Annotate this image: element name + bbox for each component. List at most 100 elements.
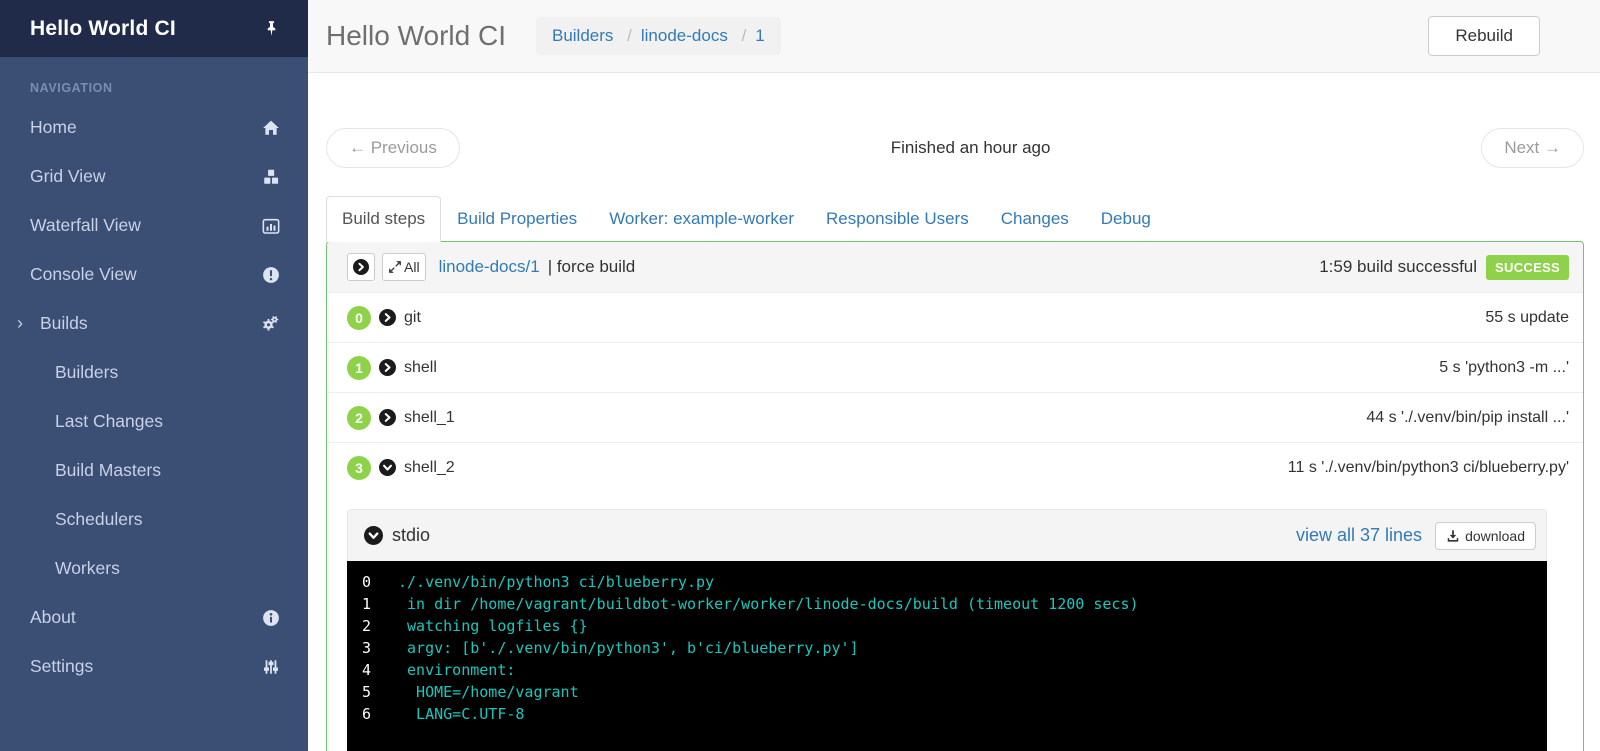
sidebar-item[interactable]: Build Masters <box>0 446 308 495</box>
log-line-number: 3 <box>362 639 372 657</box>
stdio-terminal[interactable]: 0 ./.venv/bin/python3 ci/blueberry.py 1 … <box>347 561 1547 751</box>
step-name: shell <box>404 358 437 376</box>
breadcrumb-link[interactable]: linode-docs <box>641 26 728 45</box>
sidebar-item[interactable]: Last Changes <box>0 397 308 446</box>
stdio-actions: view all 37 lines download <box>1296 521 1536 550</box>
sidebar-item-label: Builders <box>55 362 119 382</box>
build-step-row[interactable]: 2 shell_1 44 s './.venv/bin/pip install … <box>327 392 1583 442</box>
sidebar-header: Hello World CI <box>0 0 308 57</box>
log-line-number: 5 <box>362 683 372 701</box>
main-area: Hello World CI Builders / linode-docs / … <box>308 0 1600 751</box>
log-line-number: 2 <box>362 617 372 635</box>
sidebar-item[interactable]: › Builds <box>0 299 308 348</box>
sidebar-item-label: Workers <box>55 558 120 578</box>
sidebar-item-label: Schedulers <box>55 509 143 529</box>
build-step-row[interactable]: 0 git 55 s update <box>327 292 1583 342</box>
step-duration-command: 5 s 'python3 -m ...' <box>1439 358 1569 376</box>
breadcrumb: Builders / linode-docs / 1 / <box>535 17 781 55</box>
breadcrumb-link[interactable]: 1 <box>755 26 764 45</box>
stdio-log-card: stdio view all 37 lines download 0 ./.ve… <box>347 509 1547 751</box>
gears-icon <box>262 315 280 333</box>
expand-all-button[interactable]: All <box>382 253 426 281</box>
sidebar-item[interactable]: Waterfall View <box>0 201 308 250</box>
log-line-text: environment: <box>398 661 516 679</box>
sidebar-item[interactable]: About <box>0 593 308 642</box>
breadcrumb-link[interactable]: Builders <box>552 26 613 45</box>
build-summary-row: All linode-docs/1 | force build 1:59 bui… <box>327 242 1583 292</box>
sidebar-item-label: Home <box>30 117 77 137</box>
build-step-row[interactable]: 1 shell 5 s 'python3 -m ...' <box>327 342 1583 392</box>
log-line-text: argv: [b'./.venv/bin/python3', b'ci/blue… <box>398 639 859 657</box>
bar-chart-icon <box>262 217 280 235</box>
sidebar-item[interactable]: Schedulers <box>0 495 308 544</box>
log-line: 5 HOME=/home/vagrant <box>347 681 1547 703</box>
step-number-badge: 3 <box>347 455 371 480</box>
breadcrumb-separator: / <box>627 26 632 45</box>
step-name: shell_1 <box>404 408 455 426</box>
page-title: Hello World CI <box>326 20 506 51</box>
step-duration-command: 11 s './.venv/bin/python3 ci/blueberry.p… <box>1287 458 1569 476</box>
previous-build-button[interactable]: ← Previous <box>326 128 460 168</box>
sidebar-item-label: Waterfall View <box>30 215 141 235</box>
sidebar-item-label: About <box>30 607 76 627</box>
sidebar-nav: Home Grid View Waterfall View Console Vi… <box>0 103 308 691</box>
log-line: 6 LANG=C.UTF-8 <box>347 703 1547 725</box>
log-line-text: ./.venv/bin/python3 ci/blueberry.py <box>398 573 715 591</box>
breadcrumb-item: linode-docs / <box>641 26 755 46</box>
tab[interactable]: Build steps <box>326 196 442 242</box>
log-line-number: 1 <box>362 595 372 613</box>
caret-right-circle-icon <box>379 309 396 326</box>
tab[interactable]: Build Properties <box>441 196 593 242</box>
build-duration-summary: 1:59 build successful <box>1319 257 1478 276</box>
build-reason: | force build <box>547 257 636 276</box>
sidebar-item[interactable]: Home <box>0 103 308 152</box>
page-header: Hello World CI Builders / linode-docs / … <box>308 0 1600 73</box>
step-number-badge: 0 <box>347 305 371 330</box>
expand-all-label: All <box>404 259 420 275</box>
expand-all-icon <box>388 260 402 274</box>
log-title: stdio <box>392 525 431 545</box>
log-line-text: HOME=/home/vagrant <box>398 683 579 701</box>
step-number-badge: 2 <box>347 405 371 430</box>
log-line-text: in dir /home/vagrant/buildbot-worker/wor… <box>398 595 1139 613</box>
log-line-text: LANG=C.UTF-8 <box>398 705 525 723</box>
caret-right-circle-icon <box>379 359 396 376</box>
sidebar-item[interactable]: Grid View <box>0 152 308 201</box>
tab[interactable]: Responsible Users <box>810 196 985 242</box>
build-link[interactable]: linode-docs/1 <box>439 257 540 277</box>
home-icon <box>262 119 280 137</box>
step-duration-command: 55 s update <box>1485 308 1569 326</box>
sidebar-item-label: Grid View <box>30 166 106 186</box>
step-name: git <box>404 308 421 326</box>
build-content: ← Previous Finished an hour ago Next → B… <box>308 73 1600 751</box>
sidebar-item-label: Build Masters <box>55 460 162 480</box>
sidebar-item[interactable]: Console View <box>0 250 308 299</box>
exclamation-circle-icon <box>262 266 280 284</box>
download-button[interactable]: download <box>1435 521 1536 550</box>
stdio-header: stdio view all 37 lines download <box>347 509 1547 561</box>
caret-down-circle-icon[interactable] <box>364 526 383 545</box>
tab[interactable]: Worker: example-worker <box>593 196 810 242</box>
buildbot-app: Hello World CI NAVIGATION Home Grid View <box>0 0 1600 751</box>
log-line: 4 environment: <box>347 659 1547 681</box>
caret-right-circle-icon <box>353 259 369 275</box>
tab[interactable]: Changes <box>985 196 1085 242</box>
view-all-lines-link[interactable]: view all 37 lines <box>1296 525 1422 546</box>
status-badge: SUCCESS <box>1486 254 1569 280</box>
step-expanded-area: stdio view all 37 lines download 0 ./.ve… <box>327 492 1583 751</box>
pin-icon[interactable] <box>263 20 280 37</box>
log-line: 0 ./.venv/bin/python3 ci/blueberry.py <box>347 571 1547 593</box>
sidebar-item[interactable]: Settings <box>0 642 308 691</box>
log-line: 1 in dir /home/vagrant/buildbot-worker/w… <box>347 593 1547 615</box>
tab[interactable]: Debug <box>1085 196 1167 242</box>
collapse-steps-button[interactable] <box>347 253 375 281</box>
sidebar-item[interactable]: Builders <box>0 348 308 397</box>
sliders-icon <box>262 658 280 676</box>
info-circle-icon <box>262 609 280 627</box>
step-duration-command: 44 s './.venv/bin/pip install ...' <box>1366 408 1569 426</box>
build-step-row[interactable]: 3 shell_2 11 s './.venv/bin/python3 ci/b… <box>327 442 1583 492</box>
step-number-badge: 1 <box>347 355 371 380</box>
next-build-button[interactable]: Next → <box>1481 128 1584 168</box>
rebuild-button[interactable]: Rebuild <box>1428 16 1540 56</box>
sidebar-item[interactable]: Workers <box>0 544 308 593</box>
